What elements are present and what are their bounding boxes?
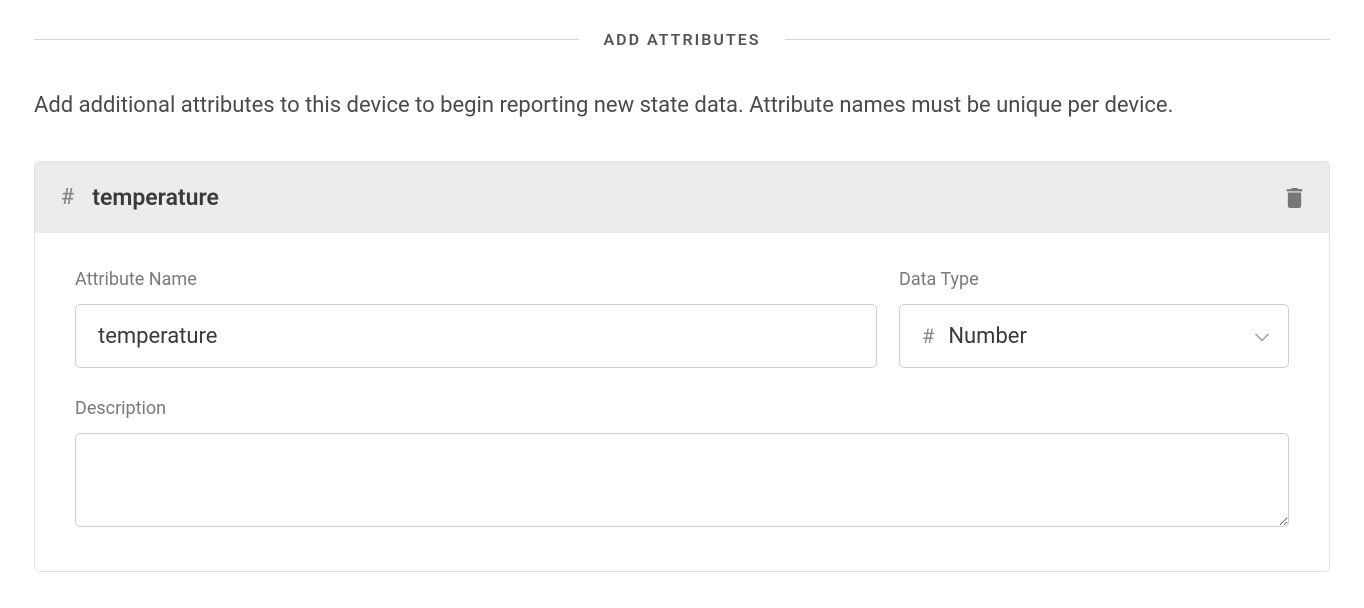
description-label: Description <box>75 398 1289 419</box>
helper-text: Add additional attributes to this device… <box>34 89 1330 123</box>
datatype-value: Number <box>948 324 1027 349</box>
divider-line-right <box>785 39 1330 40</box>
section-title: ADD ATTRIBUTES <box>603 30 760 49</box>
section-divider: ADD ATTRIBUTES <box>34 30 1330 49</box>
form-row-main: Attribute Name Data Type # Number <box>75 269 1289 368</box>
attribute-title: temperature <box>92 184 219 211</box>
attribute-name-group: Attribute Name <box>75 269 877 368</box>
attribute-body: Attribute Name Data Type # Number Descri… <box>35 233 1329 571</box>
datatype-select[interactable]: # Number <box>899 304 1289 368</box>
datatype-group: Data Type # Number <box>899 269 1289 368</box>
attribute-header-left: # temperature <box>61 184 219 211</box>
attribute-card: # temperature Attribute Name Data Type #… <box>34 161 1330 572</box>
datatype-label: Data Type <box>899 269 1289 290</box>
description-input[interactable] <box>75 433 1289 527</box>
hash-icon: # <box>922 324 934 348</box>
attribute-name-label: Attribute Name <box>75 269 877 290</box>
delete-attribute-button[interactable] <box>1286 188 1303 208</box>
attribute-header: # temperature <box>35 162 1329 233</box>
attribute-name-input[interactable] <box>75 304 877 368</box>
divider-line-left <box>34 39 579 40</box>
trash-icon <box>1286 188 1303 208</box>
hash-icon: # <box>61 185 74 210</box>
datatype-select-wrapper: # Number <box>899 304 1289 368</box>
description-group: Description <box>75 398 1289 531</box>
